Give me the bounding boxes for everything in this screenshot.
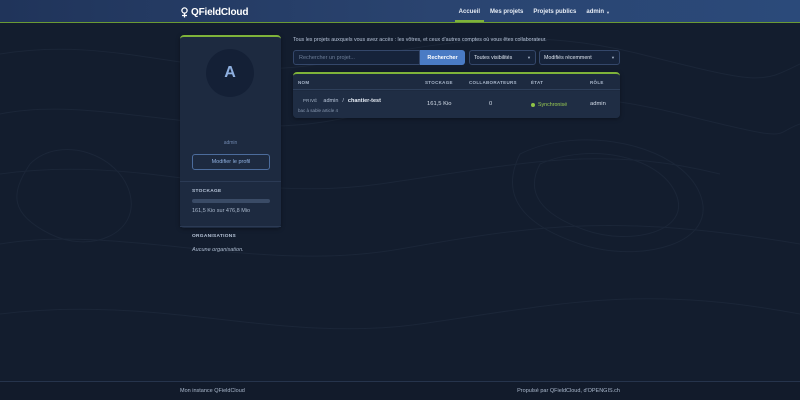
nav-item-my-projects[interactable]: Mes projets	[486, 6, 527, 18]
storage-usage-text: 161,5 Kio sur 476,8 Mio	[192, 208, 251, 214]
project-status: Synchronisé	[531, 102, 567, 108]
sort-filter-select[interactable]: Modifiés récemment ▼	[539, 50, 620, 65]
column-header-collaborators[interactable]: COLLABORATEURS	[469, 80, 517, 85]
column-header-status[interactable]: ÉTAT	[531, 80, 543, 85]
project-role: admin	[590, 101, 606, 107]
storage-section-title: STOCKAGE	[192, 189, 222, 194]
storage-progress-bar	[192, 199, 270, 203]
divider	[180, 181, 281, 182]
user-menu[interactable]: admin ▼	[582, 6, 614, 18]
footer-powered-by-link[interactable]: Propulsé par QFieldCloud, d'OPENGIS.ch	[517, 388, 620, 394]
project-collaborators-count: 0	[489, 101, 493, 107]
avatar: A	[206, 49, 254, 97]
brand-name: QFieldCloud	[191, 6, 249, 18]
divider	[180, 226, 281, 227]
nav-item-label: Mes projets	[490, 9, 524, 15]
brand-logo-link[interactable]: QFieldCloud	[180, 6, 248, 18]
column-header-name[interactable]: NOM	[298, 80, 309, 85]
project-status-label: Synchronisé	[538, 102, 568, 108]
page-intro-text: Tous les projets auxquels vous avez accè…	[293, 37, 547, 43]
project-name-link[interactable]: chantier-test	[348, 98, 381, 104]
status-dot-icon	[531, 103, 535, 107]
chevron-down-icon: ▼	[527, 55, 531, 60]
user-menu-label: admin	[586, 9, 605, 15]
main-nav: Accueil Mes projets Projets publics admi…	[454, 5, 614, 22]
page-footer: Mon instance QFieldCloud Propulsé par QF…	[0, 381, 800, 400]
profile-card: A admin Modifier le profil STOCKAGE 161,…	[180, 35, 281, 253]
footer-instance-name: Mon instance QFieldCloud	[180, 388, 245, 394]
projects-table: NOM STOCKAGE COLLABORATEURS ÉTAT RÔLE PR…	[293, 72, 620, 118]
project-search-input[interactable]	[293, 50, 420, 65]
nav-item-label: Accueil	[458, 9, 480, 15]
organizations-empty-text: Aucune organisation.	[192, 247, 244, 253]
table-row[interactable]: PRIVÉ admin / chantier-test bac à sable …	[293, 91, 620, 118]
qfield-logo-icon	[180, 6, 189, 18]
nav-item-label: Projets publics	[533, 9, 577, 15]
visibility-filter-select[interactable]: Toutes visibilités ▼	[469, 50, 536, 65]
project-title-line: PRIVÉ admin / chantier-test	[301, 97, 381, 104]
project-owner-link[interactable]: admin	[323, 98, 338, 104]
nav-item-home[interactable]: Accueil	[454, 6, 485, 22]
path-separator: /	[342, 97, 344, 104]
column-header-storage[interactable]: STOCKAGE	[425, 80, 453, 85]
chevron-down-icon: ▼	[611, 55, 615, 60]
column-header-role[interactable]: RÔLE	[590, 80, 604, 85]
visibility-filter-value: Toutes visibilités	[474, 54, 513, 61]
visibility-badge: PRIVÉ	[303, 98, 318, 103]
chevron-down-icon: ▼	[606, 9, 610, 15]
top-navigation-bar: QFieldCloud Accueil Mes projets Projets …	[0, 0, 800, 23]
project-description: bac à sable article 4	[298, 108, 339, 113]
nav-item-public-projects[interactable]: Projets publics	[529, 6, 580, 18]
table-header: NOM STOCKAGE COLLABORATEURS ÉTAT RÔLE	[293, 74, 620, 90]
organizations-section-title: ORGANISATIONS	[192, 234, 237, 239]
edit-profile-button[interactable]: Modifier le profil	[192, 154, 270, 170]
project-storage: 161,5 Kio	[427, 101, 452, 107]
sort-filter-value: Modifiés récemment	[544, 54, 592, 61]
profile-username[interactable]: admin	[180, 140, 281, 146]
search-button[interactable]: Rechercher	[420, 50, 465, 65]
